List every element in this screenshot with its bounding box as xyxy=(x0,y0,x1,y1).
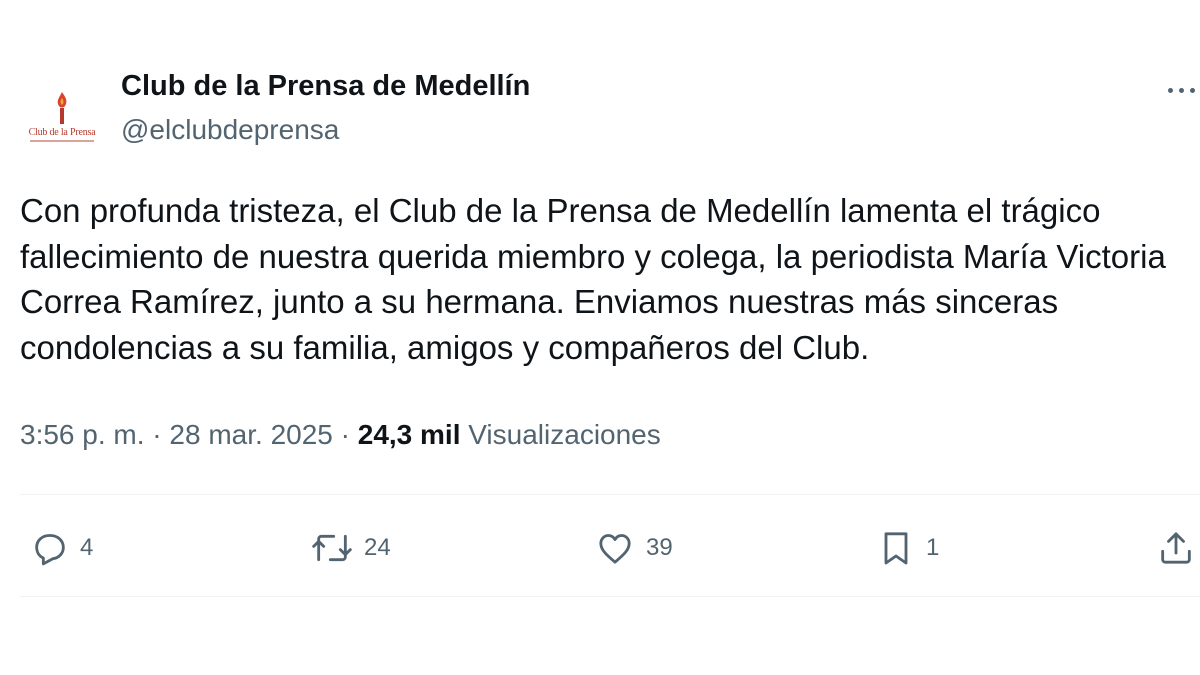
reply-icon xyxy=(35,534,65,566)
tweet-date[interactable]: 28 mar. 2025 xyxy=(169,419,332,450)
user-handle[interactable]: @elclubdeprensa xyxy=(121,114,339,146)
meta-separator: · xyxy=(152,419,162,450)
divider xyxy=(20,494,1200,495)
bookmark-count: 1 xyxy=(926,534,940,561)
bookmark-icon xyxy=(884,532,908,565)
more-icon-dot xyxy=(1190,87,1195,93)
tweet-meta: 3:56 p. m. · 28 mar. 2025 · 24,3 mil Vis… xyxy=(20,419,661,451)
avatar[interactable]: Club de la Prensa xyxy=(20,74,104,158)
views-label: Visualizaciones xyxy=(468,419,661,450)
tweet-time[interactable]: 3:56 p. m. xyxy=(20,419,145,450)
bookmark-button[interactable]: 1 xyxy=(876,520,939,576)
like-button[interactable]: 39 xyxy=(594,520,673,576)
reply-count: 4 xyxy=(80,534,94,561)
like-count: 39 xyxy=(646,534,673,561)
display-name[interactable]: Club de la Prensa de Medellín xyxy=(121,70,530,103)
more-icon xyxy=(1168,87,1173,93)
tweet-text: Con profunda tristeza, el Club de la Pre… xyxy=(20,192,1166,366)
torch-logo-icon xyxy=(57,92,67,124)
avatar-logo-underline xyxy=(30,140,94,142)
reply-button[interactable]: 4 xyxy=(30,520,93,576)
tweet-actions: 4 24 39 1 xyxy=(0,520,1200,576)
heart-icon xyxy=(599,534,631,564)
repost-count: 24 xyxy=(364,534,391,561)
repost-icon xyxy=(312,534,352,562)
more-icon-dot xyxy=(1179,87,1184,93)
avatar-logo-text: Club de la Prensa xyxy=(28,127,96,138)
repost-button[interactable]: 24 xyxy=(310,520,391,576)
tweet-card: Club de la Prensa Club de la Prensa de M… xyxy=(0,0,1200,675)
meta-separator: · xyxy=(340,419,350,450)
more-options-button[interactable] xyxy=(1168,78,1200,102)
share-icon xyxy=(1161,532,1191,564)
divider xyxy=(20,596,1200,597)
views-count[interactable]: 24,3 mil xyxy=(358,419,461,450)
share-button[interactable] xyxy=(1156,520,1196,576)
